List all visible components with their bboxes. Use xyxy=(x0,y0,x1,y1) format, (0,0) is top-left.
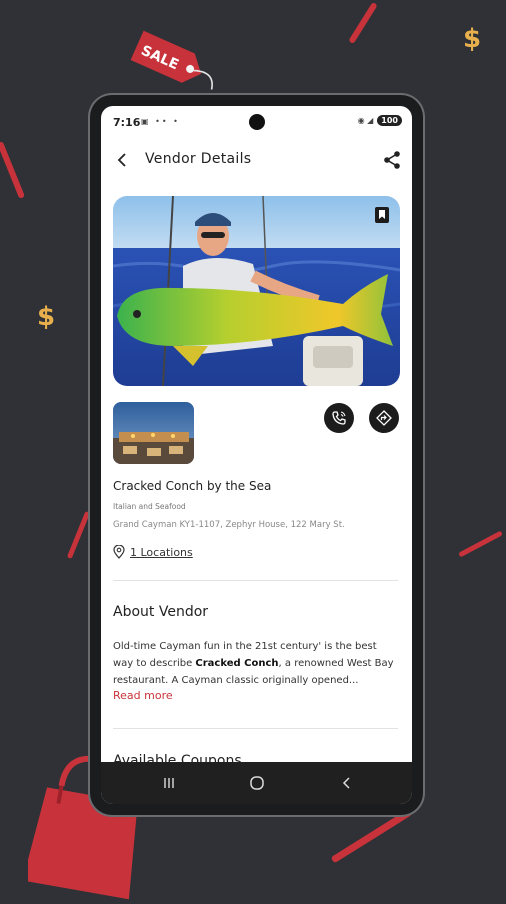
system-nav-bar xyxy=(101,762,412,804)
back-nav-icon xyxy=(342,777,350,789)
status-time: 7:16 xyxy=(113,116,141,129)
dollar-icon: $ xyxy=(37,302,56,332)
divider xyxy=(113,728,398,729)
vendor-name: Cracked Conch by the Sea xyxy=(113,479,272,493)
about-vendor-text: Old-time Cayman fun in the 21st century'… xyxy=(113,638,398,689)
front-camera xyxy=(249,114,265,130)
vendor-hero-image xyxy=(113,196,400,386)
directions-icon xyxy=(376,410,392,426)
bookmark-icon[interactable] xyxy=(374,206,390,224)
sale-tag-icon: SALE xyxy=(120,22,230,98)
dollar-icon: $ xyxy=(463,24,482,54)
decorative-stripe xyxy=(458,530,503,558)
battery-indicator: 100 xyxy=(377,115,402,126)
share-icon[interactable] xyxy=(382,150,402,170)
home-icon xyxy=(250,776,264,790)
divider xyxy=(113,580,398,581)
signal-icons: ◉ ◢ xyxy=(357,116,374,125)
read-more-link[interactable]: Read more xyxy=(113,689,173,702)
phone-icon xyxy=(332,411,346,425)
decorative-stripe xyxy=(348,1,378,45)
app-screen: 7:16 ▣ •• • ◉ ◢ 100 Vendor Details Crack… xyxy=(101,106,412,804)
vendor-category: Italian and Seafood xyxy=(113,502,186,511)
page-title: Vendor Details xyxy=(145,151,252,167)
directions-button[interactable] xyxy=(369,403,399,433)
back-icon[interactable] xyxy=(113,150,133,170)
status-right: ◉ ◢ 100 xyxy=(358,115,402,126)
location-pin-icon xyxy=(113,545,125,559)
recents-button[interactable] xyxy=(158,772,180,794)
recents-icon xyxy=(164,778,174,788)
vendor-address: Grand Cayman KY1-1107, Zephyr House, 122… xyxy=(113,520,345,530)
app-bar: Vendor Details xyxy=(101,142,412,178)
notification-icons: ▣ •• • xyxy=(141,117,180,126)
home-button[interactable] xyxy=(246,772,268,794)
vendor-thumbnail-image[interactable] xyxy=(113,402,194,464)
locations-link[interactable]: 1 Locations xyxy=(113,545,193,559)
decorative-stripe xyxy=(0,141,26,199)
status-bar: 7:16 ▣ •• • ◉ ◢ 100 xyxy=(101,106,412,138)
about-vendor-heading: About Vendor xyxy=(113,604,209,620)
decorative-stripe xyxy=(330,808,413,864)
about-text-highlight: Cracked Conch xyxy=(195,658,279,669)
back-nav-button[interactable] xyxy=(336,772,358,794)
locations-label: 1 Locations xyxy=(130,545,193,559)
call-button[interactable] xyxy=(324,403,354,433)
decorative-stripe xyxy=(66,510,91,560)
